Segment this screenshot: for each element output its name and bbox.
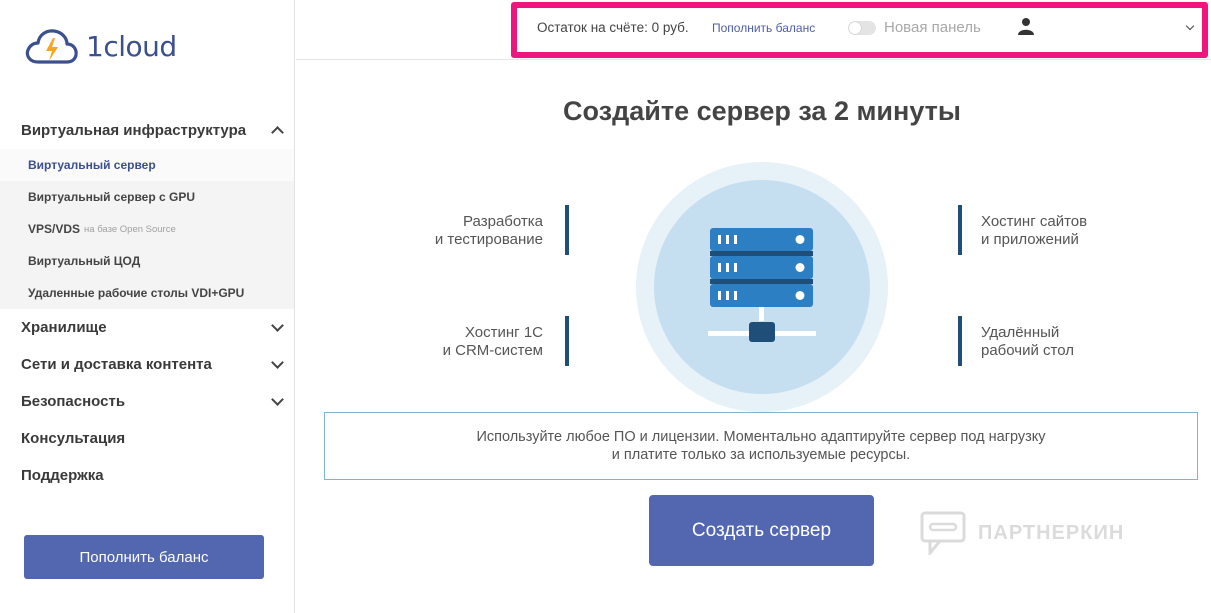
- sidebar-group-label: Виртуальная инфраструктура: [21, 122, 247, 139]
- feature-line: Удалённый: [981, 324, 1060, 341]
- logo[interactable]: 1cloud: [24, 26, 177, 66]
- sidebar-item-label: VPS/VDS: [28, 222, 81, 236]
- info-text: Используйте любое ПО и лицензии. Момента…: [476, 429, 1046, 463]
- feature-line: и приложений: [981, 231, 1079, 248]
- feature-bar: [958, 205, 962, 255]
- feature-dev-testing: Разработка и тестирование: [400, 213, 543, 249]
- sidebar-item-vdi-gpu[interactable]: Удаленные рабочие столы VDI+GPU: [0, 277, 294, 309]
- feature-line: Разработка: [463, 213, 543, 230]
- feature-line: Хостинг сайтов: [981, 213, 1088, 230]
- sidebar-group-virtual-infrastructure[interactable]: Виртуальная инфраструктура: [0, 112, 294, 149]
- chevron-down-icon: [271, 393, 284, 406]
- sidebar-group-label: Безопасность: [21, 393, 126, 410]
- sidebar-topup-button[interactable]: Пополнить баланс: [24, 535, 264, 579]
- feature-bar: [958, 316, 962, 366]
- sidebar-link-consultation[interactable]: Консультация: [0, 420, 294, 457]
- sidebar-item-vps-vds[interactable]: VPS/VDS на базе Open Source: [0, 213, 294, 245]
- sidebar-item-virtual-server[interactable]: Виртуальный сервер: [0, 149, 294, 181]
- chat-bubble-icon: [920, 511, 966, 555]
- chevron-up-icon: [271, 126, 284, 139]
- chevron-down-icon: [271, 356, 284, 369]
- watermark-text: ПАРТНЕРКИН: [978, 521, 1125, 544]
- create-server-button[interactable]: Создать сервер: [649, 495, 874, 566]
- feature-line: Хостинг 1С: [464, 324, 543, 341]
- page-title: Создайте сервер за 2 минуты: [563, 96, 961, 126]
- user-icon[interactable]: [1017, 17, 1035, 40]
- feature-remote-desktop: Удалённый рабочий стол: [981, 324, 1141, 360]
- new-panel-label: Новая панель: [884, 19, 981, 36]
- feature-bar: [565, 316, 569, 366]
- sidebar-item-label: Удаленные рабочие столы VDI+GPU: [28, 286, 245, 300]
- sidebar-item-label: Виртуальный сервер: [28, 158, 156, 172]
- sidebar-group-networks[interactable]: Сети и доставка контента: [0, 346, 294, 383]
- feature-hosting-sites: Хостинг сайтов и приложений: [981, 213, 1141, 249]
- sidebar-subnav: Виртуальный сервер Виртуальный сервер с …: [0, 149, 294, 309]
- sidebar-link-support[interactable]: Поддержка: [0, 457, 294, 494]
- sidebar-item-label: Виртуальный ЦОД: [28, 254, 141, 268]
- sidebar-group-label: Сети и доставка контента: [21, 356, 212, 373]
- sidebar: 1cloud Виртуальная инфраструктура Виртуа…: [0, 0, 295, 613]
- chevron-down-icon: [271, 319, 284, 332]
- toggle-knob: [849, 22, 861, 34]
- feature-1c-crm: Хостинг 1С и CRM-систем: [400, 324, 543, 360]
- topup-link[interactable]: Пополнить баланс: [712, 21, 815, 35]
- cloud-bolt-icon: [25, 29, 78, 64]
- account-balance: Остаток на счёте: 0 руб.: [537, 20, 689, 35]
- sidebar-group-label: Хранилище: [21, 319, 107, 336]
- info-box: Используйте любое ПО и лицензии. Момента…: [324, 412, 1198, 480]
- sidebar-item-virtual-dc[interactable]: Виртуальный ЦОД: [0, 245, 294, 277]
- server-icon: [708, 228, 816, 342]
- feature-line: рабочий стол: [981, 342, 1074, 359]
- sidebar-item-label: Виртуальный сервер с GPU: [28, 190, 196, 204]
- feature-line: и CRM-систем: [442, 342, 543, 359]
- feature-line: и тестирование: [434, 231, 543, 248]
- sidebar-group-storage[interactable]: Хранилище: [0, 309, 294, 346]
- feature-bar: [565, 205, 569, 255]
- sidebar-nav: Виртуальная инфраструктура Виртуальный с…: [0, 112, 294, 494]
- sidebar-item-virtual-server-gpu[interactable]: Виртуальный сервер с GPU: [0, 181, 294, 213]
- watermark: ПАРТНЕРКИН: [920, 511, 1124, 555]
- sidebar-item-suffix: на базе Open Source: [84, 223, 176, 235]
- sidebar-group-security[interactable]: Безопасность: [0, 383, 294, 420]
- logo-text: 1cloud: [86, 29, 177, 63]
- new-panel-toggle[interactable]: [848, 21, 876, 35]
